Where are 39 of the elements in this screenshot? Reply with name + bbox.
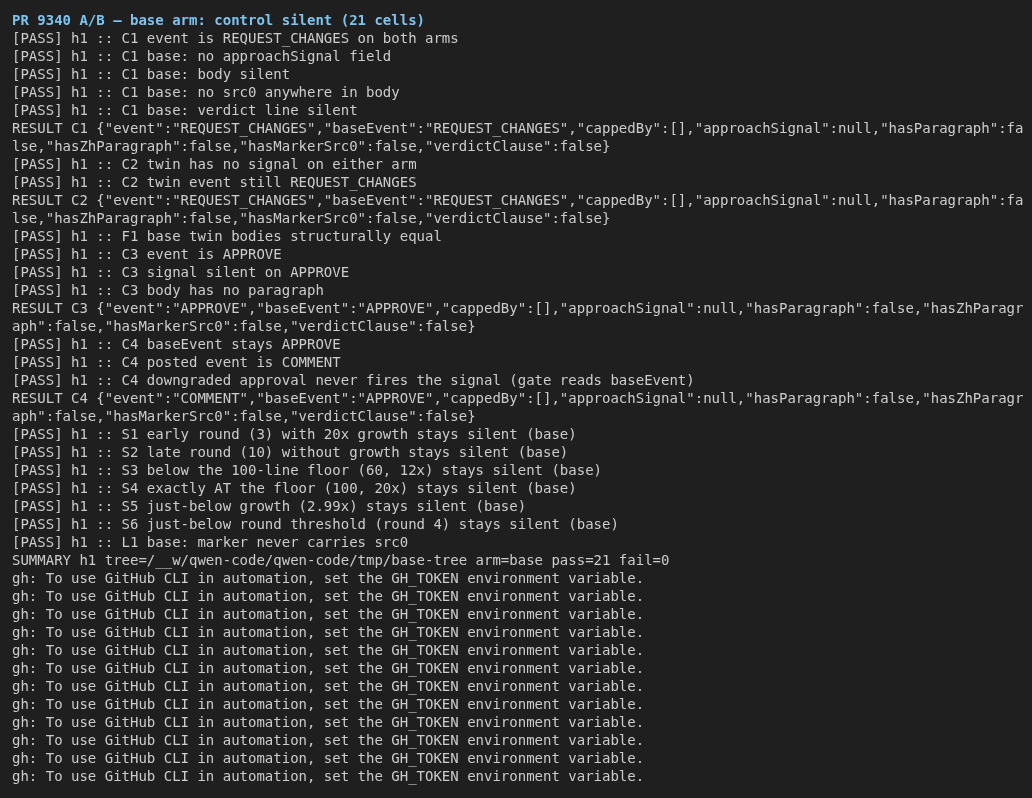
terminal-output-line: gh: To use GitHub CLI in automation, set the GH_TOKEN environment variable. bbox=[12, 605, 646, 623]
terminal-output-line: gh: To use GitHub CLI in automation, set the GH_TOKEN environment variable. bbox=[12, 731, 646, 749]
terminal-output-line: [PASS] h1 :: S3 below the 100-line floor (60, 12x) stays silent (base) bbox=[12, 461, 603, 479]
terminal-output-line: [PASS] h1 :: S6 just-below round threshold (round 4) stays silent (base) bbox=[12, 515, 620, 533]
terminal-output-line: [PASS] h1 :: C1 base: verdict line silent bbox=[12, 101, 359, 119]
terminal-output-line: gh: To use GitHub CLI in automation, set the GH_TOKEN environment variable. bbox=[12, 767, 646, 785]
terminal-output-line: gh: To use GitHub CLI in automation, set the GH_TOKEN environment variable. bbox=[12, 569, 646, 587]
terminal-output-line: [PASS] h1 :: C2 twin event still REQUEST_CHANGES bbox=[12, 173, 418, 191]
terminal-output-line: [PASS] h1 :: C4 baseEvent stays APPROVE bbox=[12, 335, 342, 353]
terminal-output-line: RESULT C4 {"event":"COMMENT","baseEvent":"APPROVE","cappedBy":[],"approachSignal":null,"hasParagraph":false,"hasZhParagraph":false,"hasMarkerSrc0":false,"verdictClause":false} bbox=[12, 389, 1024, 425]
terminal-output-line: [PASS] h1 :: C4 posted event is COMMENT bbox=[12, 353, 342, 371]
terminal-output-line: SUMMARY h1 tree=/__w/qwen-code/qwen-code/tmp/base-tree arm=base pass=21 fail=0 bbox=[12, 551, 671, 569]
terminal-output-line: RESULT C3 {"event":"APPROVE","baseEvent":"APPROVE","cappedBy":[],"approachSignal":null,"hasParagraph":false,"hasZhParagraph":false,"hasMarkerSrc0":false,"verdictClause":false} bbox=[12, 299, 1024, 335]
terminal-output-line: gh: To use GitHub CLI in automation, set the GH_TOKEN environment variable. bbox=[12, 713, 646, 731]
terminal-output-line: [PASS] h1 :: S1 early round (3) with 20x growth stays silent (base) bbox=[12, 425, 578, 443]
terminal-output-line: gh: To use GitHub CLI in automation, set the GH_TOKEN environment variable. bbox=[12, 659, 646, 677]
terminal-output-line: [PASS] h1 :: C2 twin has no signal on either arm bbox=[12, 155, 418, 173]
terminal-output-line: [PASS] h1 :: S4 exactly AT the floor (100, 20x) stays silent (base) bbox=[12, 479, 578, 497]
terminal-heading: PR 9340 A/B — base arm: control silent (21 cells) bbox=[12, 11, 426, 29]
terminal-output-line: [PASS] h1 :: F1 base twin bodies structurally equal bbox=[12, 227, 443, 245]
terminal-output-line: gh: To use GitHub CLI in automation, set the GH_TOKEN environment variable. bbox=[12, 677, 646, 695]
terminal-output-line: [PASS] h1 :: C1 base: no src0 anywhere in body bbox=[12, 83, 401, 101]
terminal-output-line: [PASS] h1 :: C1 base: no approachSignal field bbox=[12, 47, 393, 65]
terminal-output-line: [PASS] h1 :: S5 just-below growth (2.99x) stays silent (base) bbox=[12, 497, 528, 515]
terminal-output-line: gh: To use GitHub CLI in automation, set the GH_TOKEN environment variable. bbox=[12, 695, 646, 713]
terminal-output-line: gh: To use GitHub CLI in automation, set the GH_TOKEN environment variable. bbox=[12, 587, 646, 605]
terminal-output-line: [PASS] h1 :: C1 base: body silent bbox=[12, 65, 292, 83]
terminal-output-line: gh: To use GitHub CLI in automation, set the GH_TOKEN environment variable. bbox=[12, 641, 646, 659]
terminal-output-line: [PASS] h1 :: C3 body has no paragraph bbox=[12, 281, 325, 299]
terminal-output-line: gh: To use GitHub CLI in automation, set the GH_TOKEN environment variable. bbox=[12, 749, 646, 767]
terminal-output-line: [PASS] h1 :: C1 event is REQUEST_CHANGES on both arms bbox=[12, 29, 460, 47]
terminal-output-line: [PASS] h1 :: S2 late round (10) without growth stays silent (base) bbox=[12, 443, 570, 461]
terminal-output-line: RESULT C2 {"event":"REQUEST_CHANGES","baseEvent":"REQUEST_CHANGES","cappedBy":[],"approachSignal":null,"hasParagraph":false,"hasZhParagraph":false,"hasMarkerSrc0":false,"verdictClause":false} bbox=[12, 191, 1024, 227]
terminal-output-line: [PASS] h1 :: C4 downgraded approval never fires the signal (gate reads baseEvent) bbox=[12, 371, 696, 389]
terminal-output-line: [PASS] h1 :: C3 event is APPROVE bbox=[12, 245, 283, 263]
terminal-output-line: gh: To use GitHub CLI in automation, set the GH_TOKEN environment variable. bbox=[12, 623, 646, 641]
terminal-output-line: RESULT C1 {"event":"REQUEST_CHANGES","baseEvent":"REQUEST_CHANGES","cappedBy":[],"approachSignal":null,"hasParagraph":false,"hasZhParagraph":false,"hasMarkerSrc0":false,"verdictClause":false} bbox=[12, 119, 1024, 155]
terminal-output-line: [PASS] h1 :: C3 signal silent on APPROVE bbox=[12, 263, 351, 281]
terminal-output-line: [PASS] h1 :: L1 base: marker never carries src0 bbox=[12, 533, 410, 551]
